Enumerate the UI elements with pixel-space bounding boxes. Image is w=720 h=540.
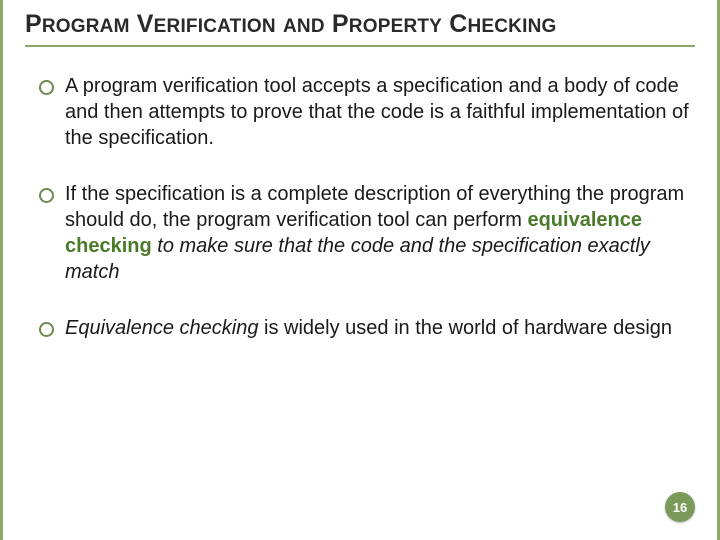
slide-title: PROGRAM VERIFICATION AND PROPERTY CHECKI… [25,10,695,47]
bullet-item-1: A program verification tool accepts a sp… [39,73,695,151]
page-number: 16 [673,500,687,515]
title-word5-cap: C [449,10,467,38]
title-word4-rest: ROPERTY [349,16,442,37]
page-number-badge: 16 [665,492,695,522]
bullet-3-rest: is widely used in the world of hardware … [258,317,672,339]
title-word2-cap: V [137,10,154,38]
title-word1-cap: P [25,10,42,38]
bullet-list: A program verification tool accepts a sp… [25,73,695,341]
title-word4-cap: P [332,10,349,38]
title-word1-rest: ROGRAM [42,16,130,37]
bullet-2-post: to make sure that the code and the speci… [65,235,650,283]
title-word2-rest: ERIFICATION [154,16,276,37]
bullet-item-3: Equivalence checking is widely used in t… [39,315,695,341]
bullet-3-italic: Equivalence checking [65,317,258,339]
bullet-item-2: If the specification is a complete descr… [39,181,695,285]
title-word5-rest: HECKING [467,16,556,37]
bullet-1-text: A program verification tool accepts a sp… [65,75,689,149]
title-word3: AND [283,16,325,37]
slide-content: PROGRAM VERIFICATION AND PROPERTY CHECKI… [3,0,717,341]
